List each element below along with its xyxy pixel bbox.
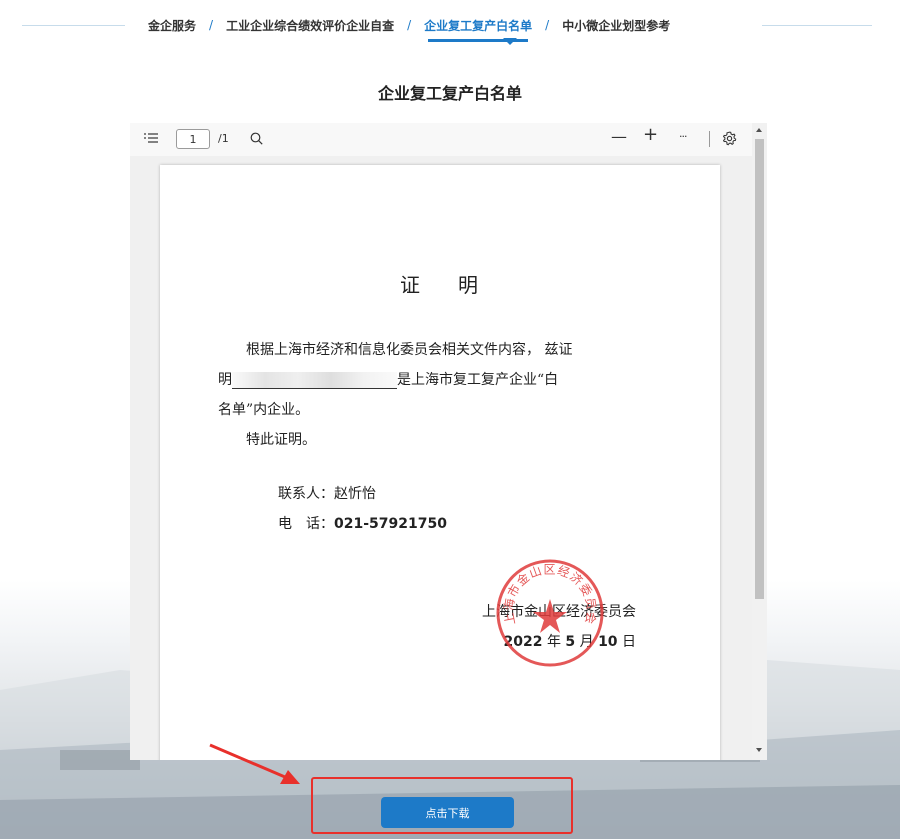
document-title: 证明 [160, 269, 720, 298]
contact-phone: 电 话：021-57921750 [278, 509, 447, 539]
zoom-in-button[interactable]: + [643, 126, 658, 144]
paragraph-line: 明 是上海市复工复产企业“白 [218, 365, 638, 395]
contact-person: 联系人：赵忻怡 [278, 486, 376, 502]
more-options-button[interactable]: ··· [679, 130, 687, 144]
vertical-scrollbar[interactable] [752, 123, 767, 760]
date-day-unit: 日 [622, 634, 636, 650]
closing-line: 特此证明。 [246, 432, 316, 448]
scroll-up-arrow-icon[interactable] [756, 128, 762, 132]
list-icon[interactable] [144, 132, 158, 148]
page-total: /1 [218, 132, 229, 145]
search-icon[interactable] [250, 132, 263, 149]
page-number-input[interactable]: 1 [176, 129, 210, 149]
paragraph-prefix: 明 [218, 372, 232, 388]
pdf-toolbar: 1 /1 — + ··· [130, 123, 767, 156]
paragraph-line: 根据上海市经济和信息化委员会相关文件内容， 兹证 [246, 342, 573, 358]
nav-divider-right [762, 25, 872, 26]
pdf-viewer[interactable]: 1 /1 — + ··· 证明 根据上海市经济和信息化委员会相关文件内容， 兹证… [130, 123, 767, 760]
document-body: 根据上海市经济和信息化委员会相关文件内容， 兹证 明 是上海市复工复产企业“白 名… [218, 335, 638, 455]
nav-divider-left [22, 25, 125, 26]
red-arrow-annotation-icon [209, 743, 300, 784]
document-title-char: 明 [458, 273, 480, 297]
official-seal-icon: 上海市金山区经济委员会 [496, 559, 604, 667]
redacted-company-name [232, 371, 397, 389]
download-button[interactable]: 点击下载 [381, 797, 514, 828]
breadcrumb-item-self-check[interactable]: 工业企业综合绩效评价企业自查 [224, 17, 396, 34]
gear-icon[interactable] [722, 131, 737, 150]
pdf-page: 证明 根据上海市经济和信息化委员会相关文件内容， 兹证 明是上海市复工复产企业“… [160, 165, 720, 760]
phone-number: 021-57921750 [334, 516, 447, 532]
contact-block: 联系人：赵忻怡 电 话：021-57921750 [278, 479, 447, 539]
breadcrumb-item-sme-classification[interactable]: 中小微企业划型参考 [560, 17, 672, 34]
breadcrumb-separator: / [209, 18, 214, 32]
breadcrumb-item-whitelist[interactable]: 企业复工复产白名单 [422, 17, 534, 34]
breadcrumb-item-services[interactable]: 金企服务 [146, 17, 198, 34]
page-title: 企业复工复产白名单 [377, 84, 522, 103]
active-tab-caret-icon [503, 38, 517, 45]
breadcrumb-separator: / [545, 18, 550, 32]
breadcrumb-separator: / [407, 18, 412, 32]
phone-label: 电 话： [278, 516, 334, 532]
zoom-out-button[interactable]: — [611, 129, 627, 145]
toolbar-divider [709, 131, 710, 147]
scroll-down-arrow-icon[interactable] [756, 748, 762, 752]
paragraph-line: 名单”内企业。 [218, 402, 310, 418]
document-title-char: 证 [400, 273, 422, 297]
breadcrumb: 金企服务 / 工业企业综合绩效评价企业自查 / 企业复工复产白名单 / 中小微企… [0, 12, 900, 45]
page: 金企服务 / 工业企业综合绩效评价企业自查 / 企业复工复产白名单 / 中小微企… [0, 0, 900, 839]
scrollbar-thumb[interactable] [755, 139, 764, 599]
paragraph-suffix: 是上海市复工复产企业“白 [397, 372, 559, 388]
